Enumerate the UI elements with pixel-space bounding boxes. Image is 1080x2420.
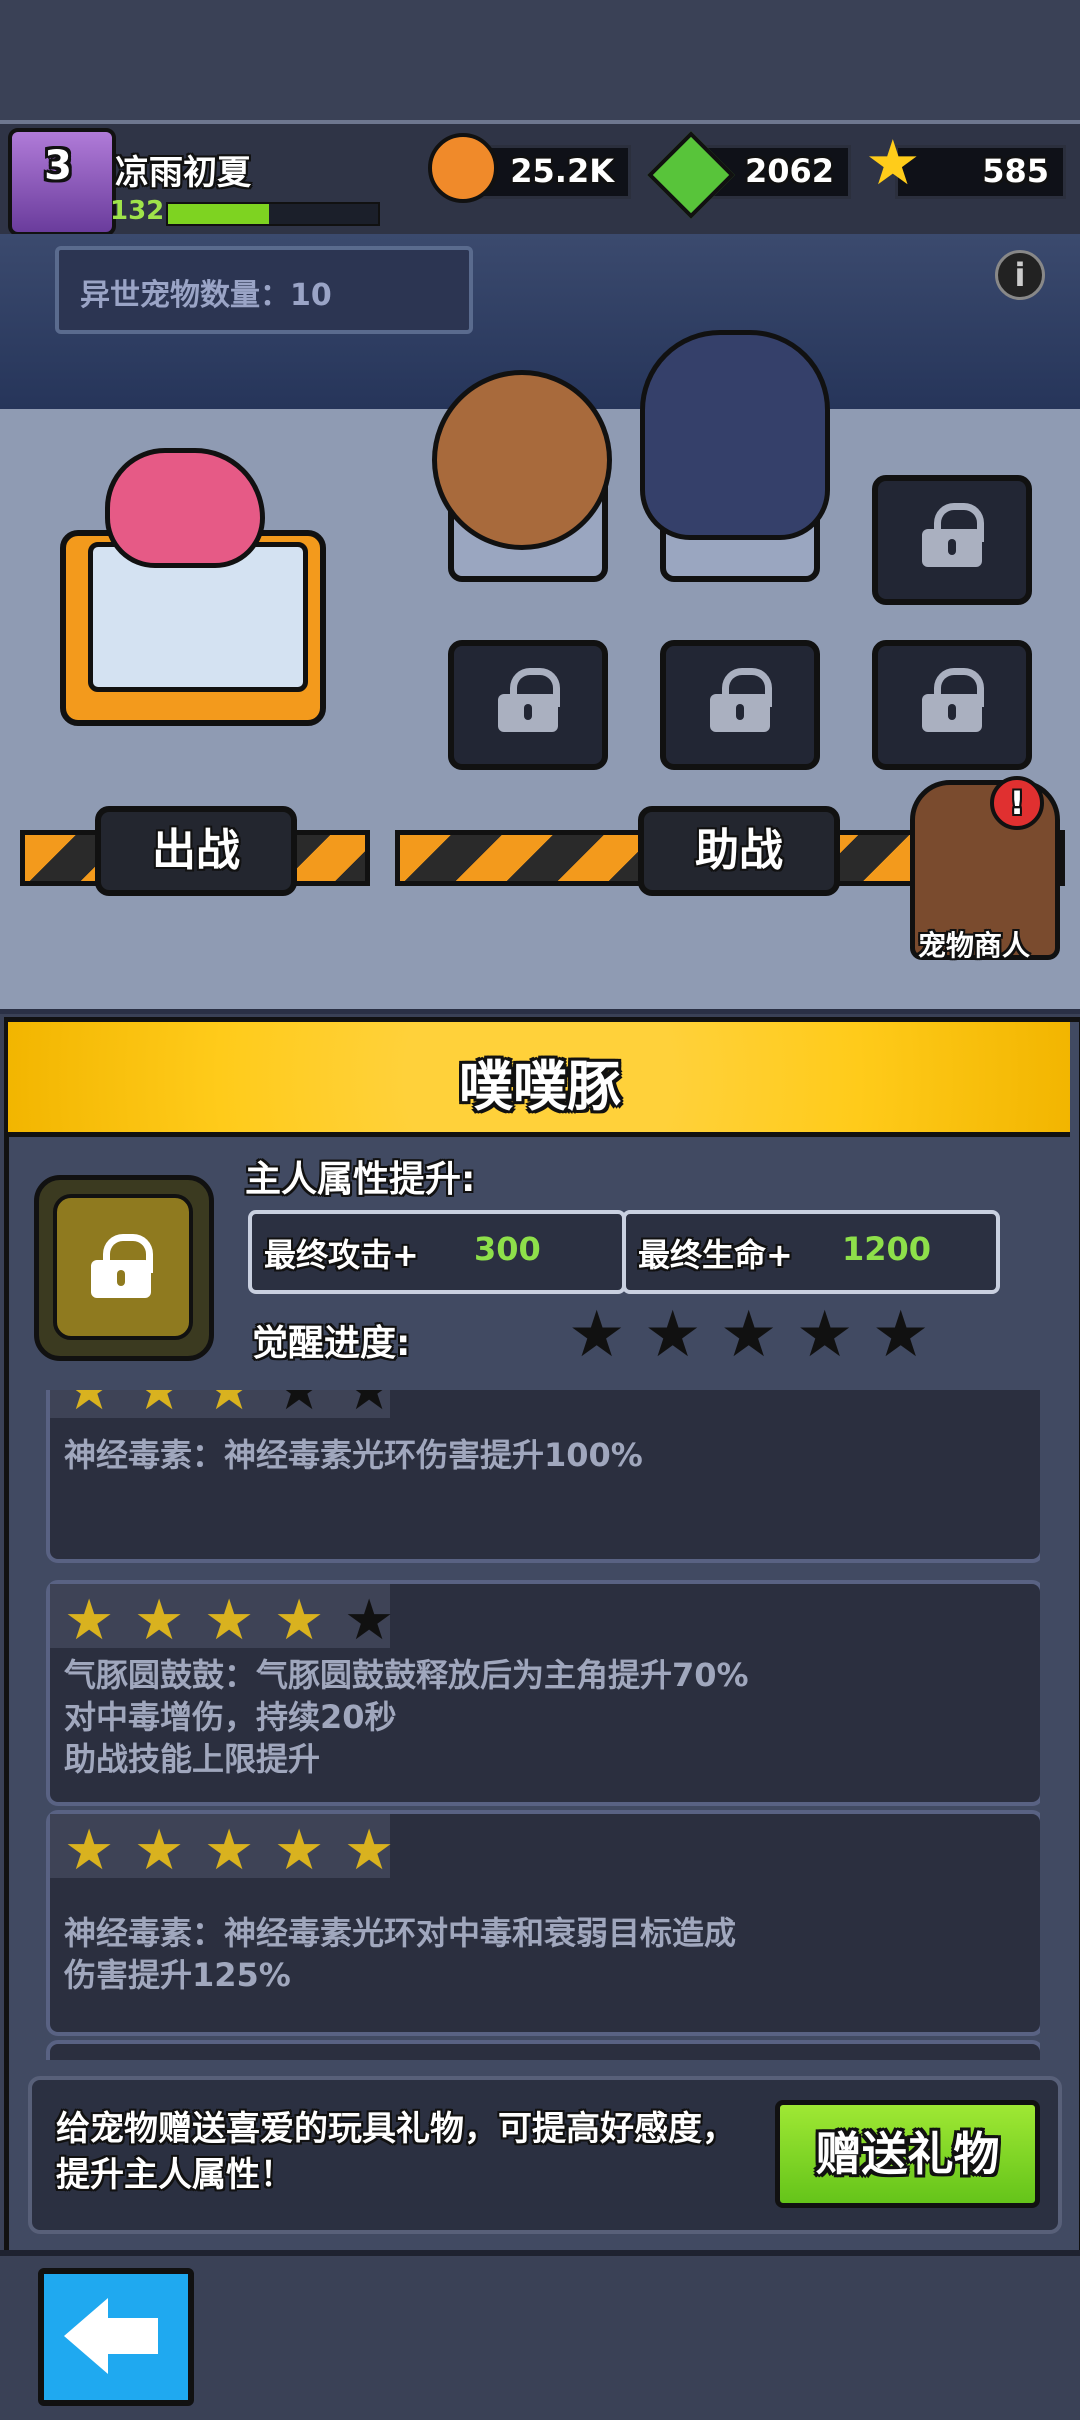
skill-card: ★ ★ ★ ★ ★ 神经毒素：神经毒素光环伤害提升100% xyxy=(46,1390,1040,1563)
pet-pufferpig-sprite[interactable] xyxy=(105,448,265,568)
skill-description: 神经毒素：神经毒素光环伤害提升100% xyxy=(64,1436,643,1474)
attack-bonus-value: 300 xyxy=(474,1230,541,1268)
pet-penguin-king-sprite[interactable] xyxy=(640,330,830,540)
hp-bonus-value: 1200 xyxy=(842,1230,932,1268)
skill-description: 神经毒素：神经毒素光环对中毒和衰弱目标造成 伤害提升125% xyxy=(64,1914,737,1994)
assist-button[interactable]: 助战 xyxy=(638,806,840,896)
awaken-star-icon: ★ xyxy=(644,1298,702,1372)
player-name: 凉雨初夏 xyxy=(115,153,251,193)
merchant-label[interactable]: 宠物商人 xyxy=(918,924,1030,964)
skill-star-row: ★ ★ ★ ★ ★ xyxy=(50,1584,450,1653)
xp-bar xyxy=(166,202,380,226)
hp-bonus-box: 最终生命+ 1200 xyxy=(622,1210,1000,1294)
skill-star-icon: ★ xyxy=(134,1818,185,1883)
star-counter: 585 xyxy=(895,145,1066,199)
skill-star-icon: ★ xyxy=(274,1390,325,1423)
skill-star-icon: ★ xyxy=(134,1390,185,1423)
player-level: 132 xyxy=(110,196,165,226)
skill-star-icon: ★ xyxy=(344,1588,395,1653)
skill-list[interactable]: ★ ★ ★ ★ ★ 神经毒素：神经毒素光环伤害提升100% ★ ★ ★ ★ ★ 气豚圆鼓鼓：气豚圆鼓鼓… xyxy=(30,1390,1040,2060)
skill-star-row: ★ ★ ★ ★ ★ xyxy=(50,1390,450,1423)
gem-value: 2062 xyxy=(744,152,834,190)
locked-slot-4[interactable] xyxy=(872,640,1032,770)
awaken-star-icon: ★ xyxy=(872,1298,930,1372)
send-gift-button[interactable]: 赠送礼物 xyxy=(775,2100,1040,2208)
info-icon[interactable]: i xyxy=(995,250,1045,300)
lock-icon xyxy=(922,503,984,567)
skill-star-icon: ★ xyxy=(64,1818,115,1883)
coin-value: 25.2K xyxy=(510,152,614,190)
skill-star-icon: ★ xyxy=(134,1588,185,1653)
attack-bonus-box: 最终攻击+ 300 xyxy=(248,1210,626,1294)
skill-card: ★ ★ ★ ★ ★ 气豚圆鼓鼓：气豚圆鼓鼓释放后为主角提升70% 对中毒增伤，持续20秒 … xyxy=(46,1580,1040,1806)
awaken-star-icon: ★ xyxy=(720,1298,778,1372)
lock-icon xyxy=(922,668,984,732)
xp-bar-fill xyxy=(168,204,269,224)
battle-button[interactable]: 出战 xyxy=(95,806,297,896)
awaken-star-icon: ★ xyxy=(568,1298,626,1372)
back-arrow-icon xyxy=(64,2298,108,2374)
skill-star-icon: ★ xyxy=(64,1390,115,1423)
merchant-alert-icon: ! xyxy=(990,776,1044,830)
skill-card xyxy=(46,2040,1040,2060)
owner-bonus-title: 主人属性提升: xyxy=(245,1159,476,1200)
skill-star-icon: ★ xyxy=(344,1818,395,1883)
pet-portrait-inner xyxy=(53,1194,193,1340)
locked-slot-3[interactable] xyxy=(660,640,820,770)
skill-star-icon: ★ xyxy=(204,1818,255,1883)
pet-portrait xyxy=(34,1175,214,1361)
coin-icon xyxy=(428,133,498,203)
star-value: 585 xyxy=(982,152,1049,190)
skill-description: 气豚圆鼓鼓：气豚圆鼓鼓释放后为主角提升70% 对中毒增伤，持续20秒 助战技能上… xyxy=(64,1656,749,1778)
skill-star-icon: ★ xyxy=(204,1390,255,1423)
skill-star-row: ★ ★ ★ ★ ★ xyxy=(50,1814,450,1883)
skill-star-icon: ★ xyxy=(274,1588,325,1653)
attack-bonus-label: 最终攻击+ xyxy=(264,1236,419,1274)
locked-slot-1[interactable] xyxy=(872,475,1032,605)
gift-hint-text: 给宠物赠送喜爱的玩具礼物，可提高好感度， 提升主人属性！ xyxy=(56,2109,736,2195)
skill-star-icon: ★ xyxy=(64,1588,115,1653)
skill-star-icon: ★ xyxy=(204,1588,255,1653)
pet-capybara-sprite[interactable] xyxy=(432,370,612,550)
locked-slot-2[interactable] xyxy=(448,640,608,770)
lock-icon xyxy=(710,668,772,732)
player-badge-level: 3 xyxy=(44,143,72,189)
back-button[interactable] xyxy=(38,2268,194,2406)
lock-icon xyxy=(498,668,560,732)
skill-star-icon: ★ xyxy=(344,1390,395,1423)
skill-star-icon: ★ xyxy=(274,1818,325,1883)
back-arrow-icon-tail xyxy=(104,2318,158,2354)
hp-bonus-label: 最终生命+ xyxy=(638,1236,793,1274)
pet-count-label: 异世宠物数量：10 xyxy=(80,278,332,313)
pet-name-title: 噗噗豚 xyxy=(459,1055,621,1118)
awaken-progress-label: 觉醒进度: xyxy=(252,1323,411,1364)
awaken-star-icon: ★ xyxy=(796,1298,854,1372)
star-currency-icon: ★ xyxy=(865,126,921,199)
lock-icon xyxy=(91,1234,153,1298)
skill-card: ★ ★ ★ ★ ★ 神经毒素：神经毒素光环对中毒和衰弱目标造成 伤害提升125% xyxy=(46,1810,1040,2036)
